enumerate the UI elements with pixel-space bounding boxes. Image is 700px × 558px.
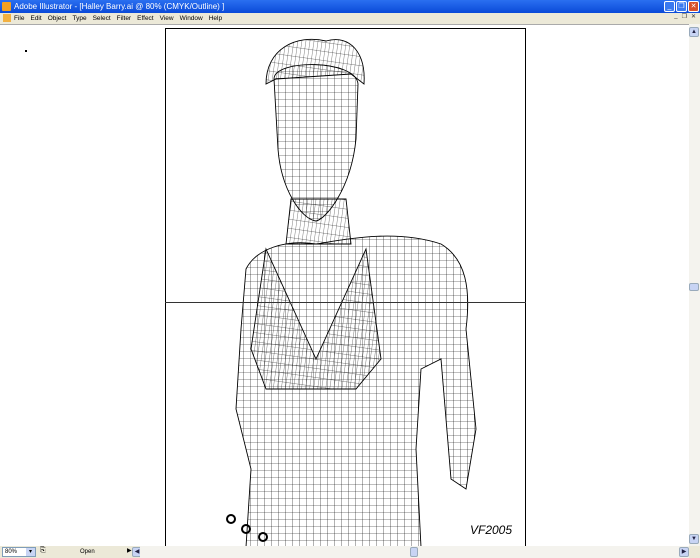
artboard[interactable]: VF2005 [165, 28, 526, 548]
status-text[interactable]: Open [80, 547, 95, 557]
menu-type[interactable]: Type [72, 15, 86, 22]
restore-button[interactable]: ❐ [676, 1, 687, 12]
neck [285, 198, 352, 245]
vertical-scrollbar[interactable]: ▲ ▼ [689, 24, 700, 546]
menu-edit[interactable]: Edit [30, 15, 41, 22]
title-bar: Adobe Illustrator - [Halley Barry.ai @ 8… [0, 0, 700, 13]
menu-select[interactable]: Select [93, 15, 111, 22]
window-title: Adobe Illustrator - [Halley Barry.ai @ 8… [14, 2, 225, 11]
horizontal-guide[interactable] [165, 302, 526, 303]
doc-minimize-button[interactable]: _ [674, 13, 677, 20]
horizontal-scrollbar[interactable]: ▶ [140, 546, 689, 558]
scroll-up-button[interactable]: ▲ [689, 27, 699, 37]
menu-window[interactable]: Window [180, 15, 203, 22]
app-icon [2, 2, 11, 11]
menu-filter[interactable]: Filter [117, 15, 131, 22]
stray-point [25, 50, 27, 52]
menu-help[interactable]: Help [209, 15, 222, 22]
menu-view[interactable]: View [160, 15, 174, 22]
doc-close-button[interactable]: ✕ [691, 13, 696, 20]
artist-signature: VF2005 [470, 523, 512, 537]
document-canvas[interactable]: VF2005 [0, 24, 689, 548]
menu-effect[interactable]: Effect [137, 15, 154, 22]
menu-bar: File Edit Object Type Select Filter Effe… [0, 13, 700, 24]
scroll-down-button[interactable]: ▼ [689, 534, 699, 544]
status-menu-arrow-icon[interactable]: ▶ [127, 547, 132, 554]
page-icon[interactable]: ⎘ [40, 547, 46, 555]
doc-restore-button[interactable]: ❐ [682, 13, 687, 20]
close-button[interactable]: ✕ [688, 1, 699, 12]
zoom-value: 80% [5, 549, 18, 555]
chevron-down-icon: ▾ [26, 548, 35, 556]
zoom-select[interactable]: 80% ▾ [2, 547, 36, 557]
minimize-button[interactable]: _ [664, 1, 675, 12]
head [273, 64, 359, 222]
document-icon[interactable] [3, 14, 11, 22]
menu-file[interactable]: File [14, 15, 24, 22]
scroll-right-button[interactable]: ▶ [679, 547, 689, 557]
menu-object[interactable]: Object [48, 15, 67, 22]
wireframe-figure: VF2005 [226, 38, 512, 548]
vertical-scroll-thumb[interactable] [689, 283, 699, 291]
horizontal-scroll-thumb[interactable] [410, 547, 418, 557]
